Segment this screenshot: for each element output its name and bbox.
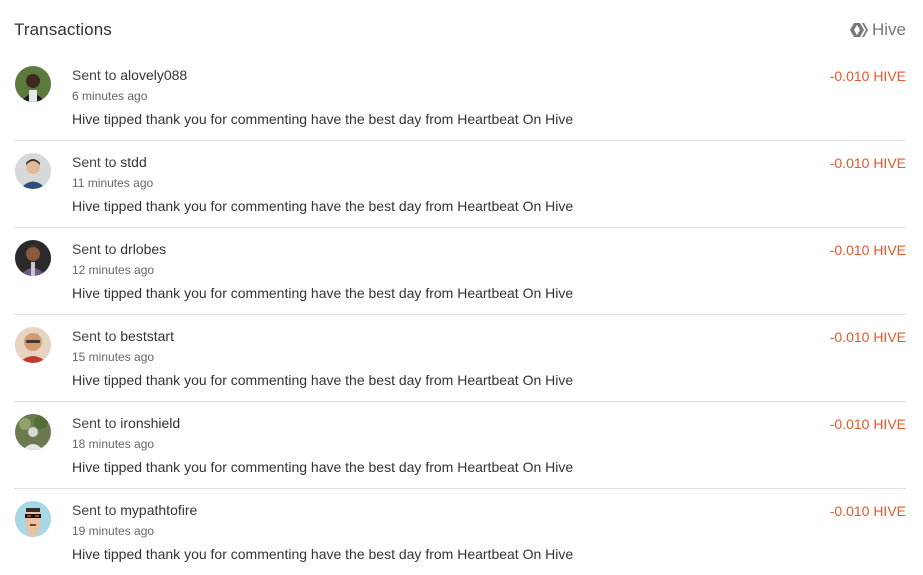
avatar[interactable] <box>15 501 51 537</box>
panel-header: Transactions Hive <box>14 18 906 42</box>
transaction-row: Sent to drlobes 12 minutes ago Hive tipp… <box>14 228 906 315</box>
transaction-prefix: Sent to <box>72 67 117 83</box>
hive-logo-icon <box>849 22 868 38</box>
transaction-time: 11 minutes ago <box>72 176 154 190</box>
transaction-row: Sent to alovely088 6 minutes ago Hive ti… <box>14 54 906 141</box>
recipient-link[interactable]: beststart <box>120 328 174 344</box>
avatar-photo-icon <box>15 153 51 189</box>
recipient-link[interactable]: drlobes <box>120 241 166 257</box>
transactions-panel: Transactions Hive Sent to alovely088 6 m… <box>0 0 923 566</box>
transaction-prefix: Sent to <box>72 502 117 518</box>
transaction-prefix: Sent to <box>72 328 117 344</box>
transaction-title: Sent to beststart <box>72 328 174 344</box>
avatar-photo-icon <box>15 66 51 102</box>
transaction-prefix: Sent to <box>72 241 117 257</box>
transaction-memo: Hive tipped thank you for commenting hav… <box>72 459 574 475</box>
avatar[interactable] <box>15 66 51 102</box>
transaction-prefix: Sent to <box>72 415 117 431</box>
transaction-row: Sent to ironshield 18 minutes ago Hive t… <box>14 402 906 489</box>
transaction-amount: -0.010 HIVE <box>829 416 906 432</box>
transaction-memo: Hive tipped thank you for commenting hav… <box>72 372 574 388</box>
panel-title: Transactions <box>14 20 112 39</box>
avatar-photo-icon <box>15 240 51 276</box>
recipient-link[interactable]: ironshield <box>120 415 180 431</box>
transaction-row: Sent to stdd 11 minutes ago Hive tipped … <box>14 141 906 228</box>
transaction-time: 18 minutes ago <box>72 437 155 451</box>
transaction-memo: Hive tipped thank you for commenting hav… <box>72 285 574 301</box>
transaction-amount: -0.010 HIVE <box>829 68 906 84</box>
avatar-photo-icon <box>15 327 51 363</box>
transaction-memo: Hive tipped thank you for commenting hav… <box>72 198 574 214</box>
avatar[interactable] <box>15 153 51 189</box>
transaction-row: Sent to mypathtofire 19 minutes ago Hive… <box>14 489 906 575</box>
transaction-time: 19 minutes ago <box>72 524 155 538</box>
transaction-amount: -0.010 HIVE <box>829 155 906 171</box>
avatar-pixel-art-icon <box>15 501 51 537</box>
recipient-link[interactable]: mypathtofire <box>120 502 197 518</box>
avatar[interactable] <box>15 414 51 450</box>
transaction-row: Sent to beststart 15 minutes ago Hive ti… <box>14 315 906 402</box>
transaction-time: 15 minutes ago <box>72 350 155 364</box>
avatar[interactable] <box>15 327 51 363</box>
currency-selector[interactable]: Hive <box>849 20 906 40</box>
transaction-memo: Hive tipped thank you for commenting hav… <box>72 546 574 562</box>
transaction-title: Sent to stdd <box>72 154 147 170</box>
transaction-title: Sent to ironshield <box>72 415 180 431</box>
currency-label: Hive <box>871 20 906 39</box>
transaction-time: 12 minutes ago <box>72 263 155 277</box>
transaction-amount: -0.010 HIVE <box>829 329 906 345</box>
recipient-link[interactable]: stdd <box>120 154 146 170</box>
transaction-list: Sent to alovely088 6 minutes ago Hive ti… <box>14 54 906 575</box>
transaction-amount: -0.010 HIVE <box>829 242 906 258</box>
transaction-prefix: Sent to <box>72 154 117 170</box>
recipient-link[interactable]: alovely088 <box>120 67 187 83</box>
transaction-title: Sent to drlobes <box>72 241 166 257</box>
transaction-time: 6 minutes ago <box>72 89 148 103</box>
transaction-memo: Hive tipped thank you for commenting hav… <box>72 111 574 127</box>
avatar-photo-icon <box>15 414 51 450</box>
avatar[interactable] <box>15 240 51 276</box>
transaction-title: Sent to mypathtofire <box>72 502 197 518</box>
transaction-amount: -0.010 HIVE <box>829 503 906 519</box>
transaction-title: Sent to alovely088 <box>72 67 187 83</box>
